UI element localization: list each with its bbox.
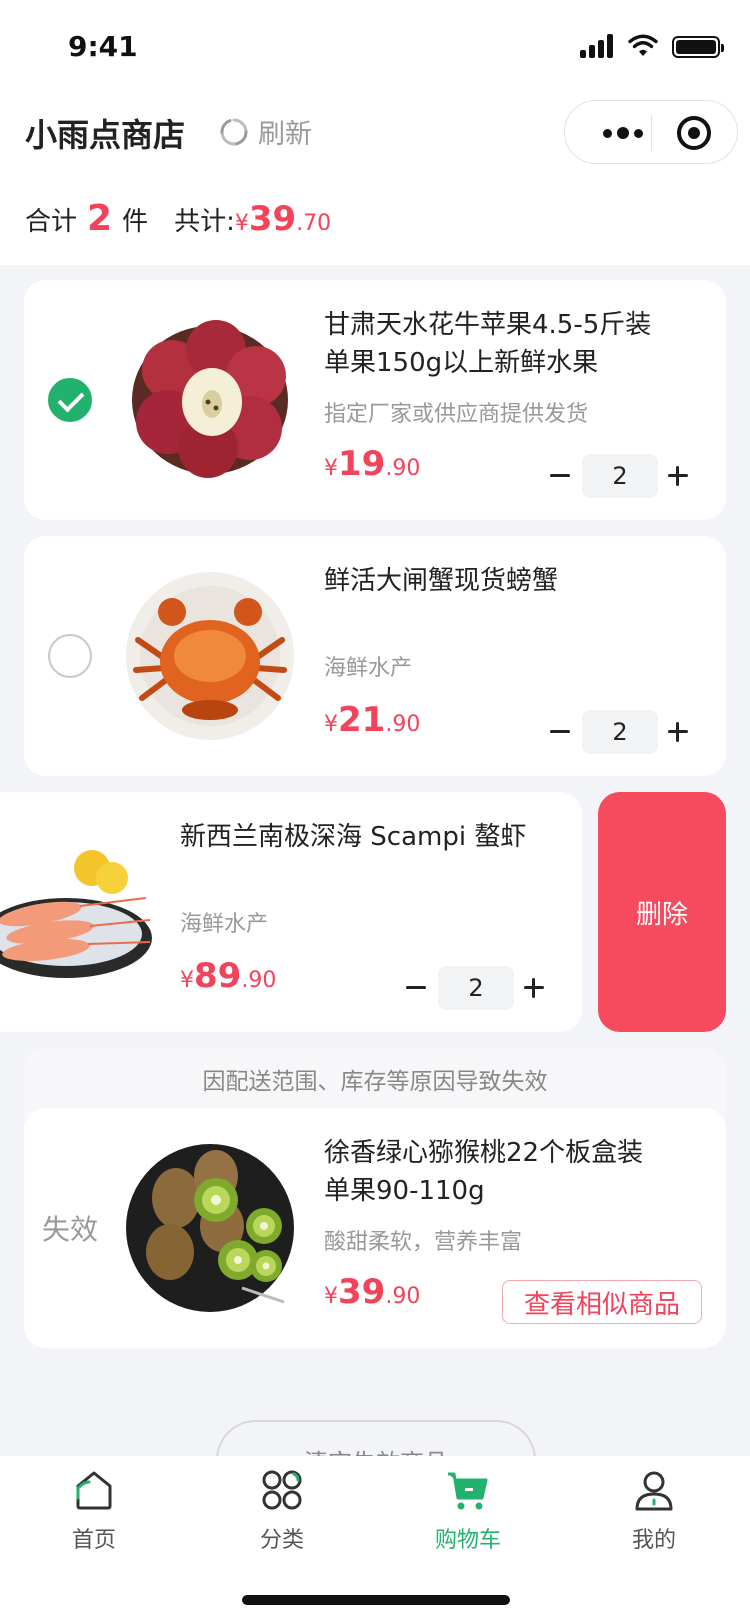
miniprogram-capsule bbox=[564, 100, 738, 164]
status-icons bbox=[580, 34, 724, 58]
product-title[interactable]: 新西兰南极深海 Scampi 螯虾 bbox=[180, 818, 526, 856]
status-time: 9:41 bbox=[68, 30, 138, 63]
cart-item[interactable]: 鲜活大闸蟹现货螃蟹 海鲜水产 ¥21.90 2 bbox=[24, 536, 726, 776]
quantity-stepper: 2 bbox=[400, 966, 550, 1010]
quantity-stepper: 2 bbox=[544, 454, 694, 498]
total-label: 共计: bbox=[174, 207, 235, 237]
view-similar-button[interactable]: 查看相似商品 bbox=[502, 1280, 702, 1324]
product-image-crab bbox=[126, 572, 294, 740]
product-price: ¥39.90 bbox=[324, 1272, 421, 1312]
product-price: ¥89.90 bbox=[180, 956, 277, 996]
more-icon[interactable] bbox=[590, 119, 656, 147]
refresh-icon bbox=[220, 118, 248, 145]
tab-label: 购物车 bbox=[434, 1528, 501, 1553]
decrease-button[interactable] bbox=[544, 460, 576, 492]
home-indicator bbox=[242, 1595, 510, 1605]
cart-item[interactable]: 甘肃天水花牛苹果4.5-5斤装 单果150g以上新鲜水果 指定厂家或供应商提供发… bbox=[24, 280, 726, 520]
invalid-item: 失效 徐香绿心猕猴桃22个板盒装 单果90-110g 酸甜柔软，营养丰富 ¥39… bbox=[24, 1108, 726, 1348]
increase-button[interactable] bbox=[518, 972, 550, 1004]
tab-bar: 首页 分类 购物车 我的 bbox=[0, 1456, 750, 1624]
invalid-tag: 失效 bbox=[42, 1213, 99, 1246]
product-desc: 酸甜柔软，营养丰富 bbox=[324, 1230, 523, 1255]
product-price: ¥21.90 bbox=[324, 700, 421, 740]
home-icon bbox=[76, 1471, 112, 1510]
quantity-value[interactable]: 2 bbox=[582, 454, 658, 498]
item-checkbox[interactable] bbox=[48, 634, 92, 678]
cart-screen: 9:41 小雨点商店 刷新 合计 2 件 共计: ¥39.70 甘肃天水花牛苹果… bbox=[0, 0, 750, 1624]
delete-button[interactable]: 删除 bbox=[598, 792, 726, 1032]
decrease-button[interactable] bbox=[544, 716, 576, 748]
battery-icon bbox=[672, 36, 724, 58]
close-miniprogram-icon[interactable] bbox=[677, 116, 711, 150]
invalid-items-section: 因配送范围、库存等原因导致失效 失效 徐香绿心猕猴桃22个板盒装 单果90-11… bbox=[24, 1048, 726, 1348]
tab-label: 我的 bbox=[631, 1528, 676, 1553]
shop-title: 小雨点商店 bbox=[25, 116, 186, 154]
cart-summary: 合计 2 件 共计: ¥39.70 bbox=[25, 198, 331, 239]
refresh-label: 刷新 bbox=[258, 119, 312, 150]
tab-home[interactable]: 首页 bbox=[14, 1468, 174, 1568]
total-price: ¥39.70 bbox=[234, 199, 332, 239]
product-title[interactable]: 甘肃天水花牛苹果4.5-5斤装 单果150g以上新鲜水果 bbox=[324, 306, 651, 382]
top-bar: 9:41 小雨点商店 刷新 合计 2 件 共计: ¥39.70 bbox=[0, 0, 750, 265]
count-prefix: 合计 bbox=[25, 207, 78, 237]
wifi-icon bbox=[628, 34, 658, 56]
increase-button[interactable] bbox=[662, 716, 694, 748]
tab-category[interactable]: 分类 bbox=[202, 1468, 362, 1568]
item-checkbox[interactable] bbox=[48, 378, 92, 422]
count-unit: 件 bbox=[122, 207, 149, 237]
quantity-stepper: 2 bbox=[544, 710, 694, 754]
item-count: 2 bbox=[87, 198, 113, 239]
product-desc: 海鲜水产 bbox=[180, 912, 269, 937]
product-desc: 指定厂家或供应商提供发货 bbox=[324, 402, 589, 427]
product-image-scampi bbox=[0, 850, 152, 978]
category-icon bbox=[262, 1470, 302, 1510]
cart-item[interactable]: 新西兰南极深海 Scampi 螯虾 海鲜水产 ¥89.90 2 bbox=[0, 792, 582, 1032]
signal-icon bbox=[580, 34, 616, 58]
product-price: ¥19.90 bbox=[324, 444, 421, 484]
increase-button[interactable] bbox=[662, 460, 694, 492]
refresh-button[interactable]: 刷新 bbox=[218, 112, 312, 151]
quantity-value[interactable]: 2 bbox=[438, 966, 514, 1010]
product-image-kiwi bbox=[126, 1144, 294, 1312]
capsule-divider bbox=[651, 115, 652, 151]
product-title[interactable]: 徐香绿心猕猴桃22个板盒装 单果90-110g bbox=[324, 1134, 643, 1210]
decrease-button[interactable] bbox=[400, 972, 432, 1004]
quantity-value[interactable]: 2 bbox=[582, 710, 658, 754]
invalid-note: 因配送范围、库存等原因导致失效 bbox=[202, 1069, 548, 1095]
user-icon bbox=[635, 1471, 673, 1511]
product-image-apples bbox=[132, 320, 288, 478]
product-desc: 海鲜水产 bbox=[324, 656, 413, 681]
tab-profile[interactable]: 我的 bbox=[574, 1468, 734, 1568]
product-title[interactable]: 鲜活大闸蟹现货螃蟹 bbox=[324, 562, 558, 600]
cart-icon bbox=[448, 1472, 488, 1510]
tab-label: 首页 bbox=[71, 1528, 116, 1553]
tab-cart[interactable]: 购物车 bbox=[388, 1468, 548, 1568]
tab-label: 分类 bbox=[259, 1528, 304, 1553]
